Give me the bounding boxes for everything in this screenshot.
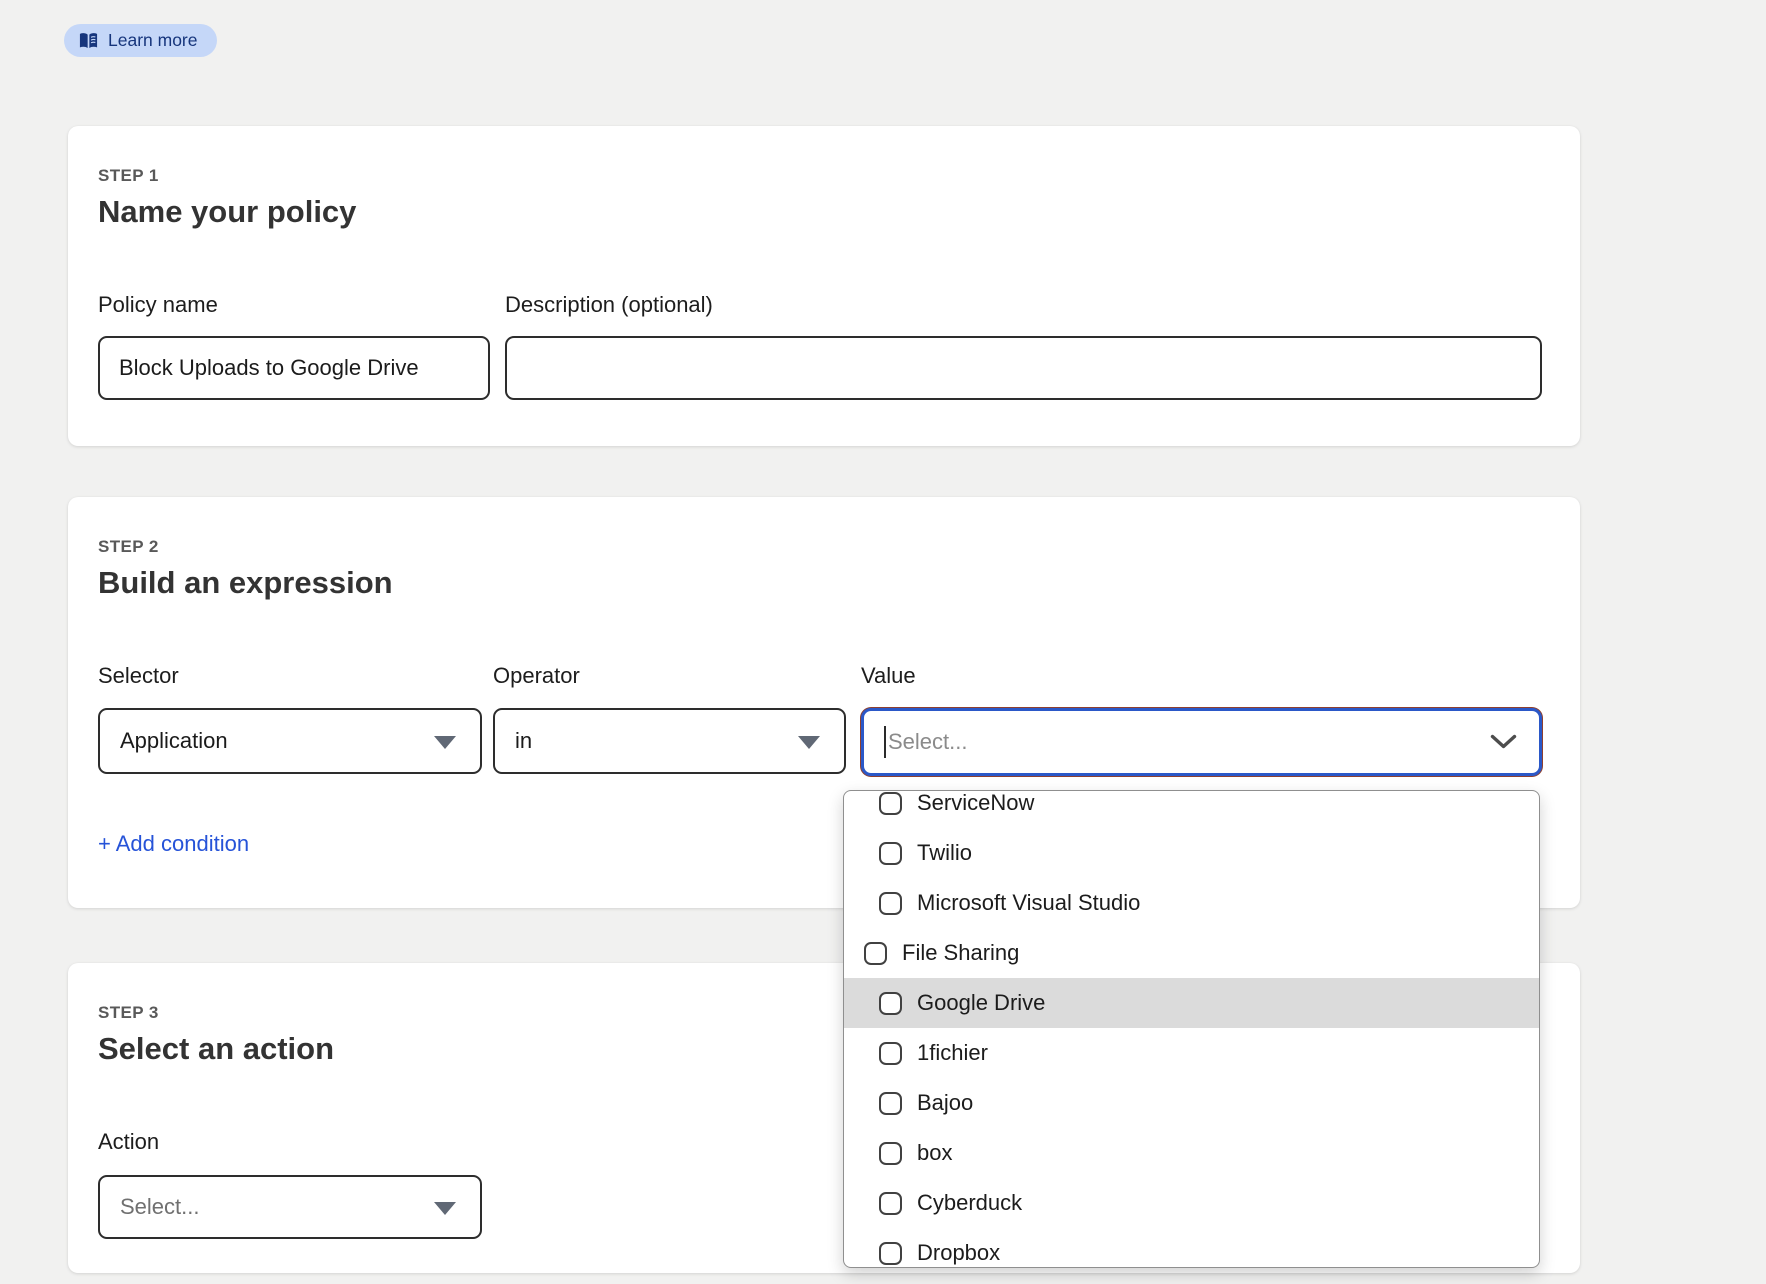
dropdown-option-google-drive[interactable]: Google Drive <box>844 978 1539 1028</box>
operator-select-value: in <box>515 728 532 754</box>
description-input[interactable] <box>505 336 1542 400</box>
option-label: Google Drive <box>917 990 1045 1016</box>
learn-more-label: Learn more <box>108 30 198 51</box>
operator-select[interactable]: in <box>493 708 846 774</box>
policy-name-input[interactable] <box>98 336 490 400</box>
dropdown-option-servicenow[interactable]: ServiceNow <box>844 790 1539 828</box>
dropdown-option-file-sharing[interactable]: File Sharing <box>844 928 1539 978</box>
step2-label: STEP 2 <box>98 537 159 557</box>
page: { "toolbar": { "learn_more_label": "Lear… <box>0 0 1766 1284</box>
action-select[interactable]: Select... <box>98 1175 482 1239</box>
dropdown-option-1fichier[interactable]: 1fichier <box>844 1028 1539 1078</box>
option-label: Cyberduck <box>917 1190 1022 1216</box>
dropdown-option-bajoo[interactable]: Bajoo <box>844 1078 1539 1128</box>
triangle-down-icon <box>434 736 456 749</box>
selector-select-value: Application <box>120 728 228 754</box>
action-label: Action <box>98 1129 159 1155</box>
option-label: Microsoft Visual Studio <box>917 890 1140 916</box>
checkbox[interactable] <box>879 1242 902 1265</box>
add-condition-link[interactable]: + Add condition <box>98 831 249 857</box>
policy-name-label: Policy name <box>98 292 218 318</box>
checkbox[interactable] <box>879 992 902 1015</box>
text-caret <box>884 726 886 758</box>
checkbox[interactable] <box>879 892 902 915</box>
value-option-list: ServiceNow Twilio Microsoft Visual Studio F… <box>844 790 1539 1268</box>
checkbox[interactable] <box>879 842 902 865</box>
option-label: Twilio <box>917 840 972 866</box>
action-select-placeholder: Select... <box>120 1194 199 1220</box>
option-label: File Sharing <box>902 940 1019 966</box>
dropdown-option-twilio[interactable]: Twilio <box>844 828 1539 878</box>
step2-title: Build an expression <box>98 565 393 601</box>
dropdown-option-cyberduck[interactable]: Cyberduck <box>844 1178 1539 1228</box>
chevron-down-icon <box>1490 734 1517 755</box>
book-icon <box>78 32 99 50</box>
selector-select[interactable]: Application <box>98 708 482 774</box>
value-select-input[interactable]: Select... <box>861 708 1542 776</box>
dropdown-option-microsoft-visual-studio[interactable]: Microsoft Visual Studio <box>844 878 1539 928</box>
dropdown-option-box[interactable]: box <box>844 1128 1539 1178</box>
checkbox[interactable] <box>879 792 902 815</box>
dropdown-option-dropbox[interactable]: Dropbox <box>844 1228 1539 1268</box>
option-label: Bajoo <box>917 1090 973 1116</box>
step3-title: Select an action <box>98 1031 334 1067</box>
checkbox[interactable] <box>879 1192 902 1215</box>
selector-label: Selector <box>98 663 179 689</box>
step3-label: STEP 3 <box>98 1003 159 1023</box>
value-label: Value <box>861 663 916 689</box>
checkbox[interactable] <box>879 1042 902 1065</box>
checkbox[interactable] <box>864 942 887 965</box>
option-label: Dropbox <box>917 1240 1000 1266</box>
operator-label: Operator <box>493 663 580 689</box>
step1-card: STEP 1 Name your policy Policy name Desc… <box>68 126 1580 446</box>
option-label: 1fichier <box>917 1040 988 1066</box>
step1-label: STEP 1 <box>98 166 159 186</box>
value-placeholder: Select... <box>888 729 967 755</box>
triangle-down-icon <box>798 736 820 749</box>
option-label: box <box>917 1140 952 1166</box>
option-label: ServiceNow <box>917 790 1034 816</box>
checkbox[interactable] <box>879 1142 902 1165</box>
value-dropdown-panel: ServiceNow Twilio Microsoft Visual Studio F… <box>843 790 1540 1268</box>
step1-title: Name your policy <box>98 194 356 230</box>
description-label: Description (optional) <box>505 292 713 318</box>
checkbox[interactable] <box>879 1092 902 1115</box>
learn-more-button[interactable]: Learn more <box>64 24 217 57</box>
triangle-down-icon <box>434 1202 456 1215</box>
